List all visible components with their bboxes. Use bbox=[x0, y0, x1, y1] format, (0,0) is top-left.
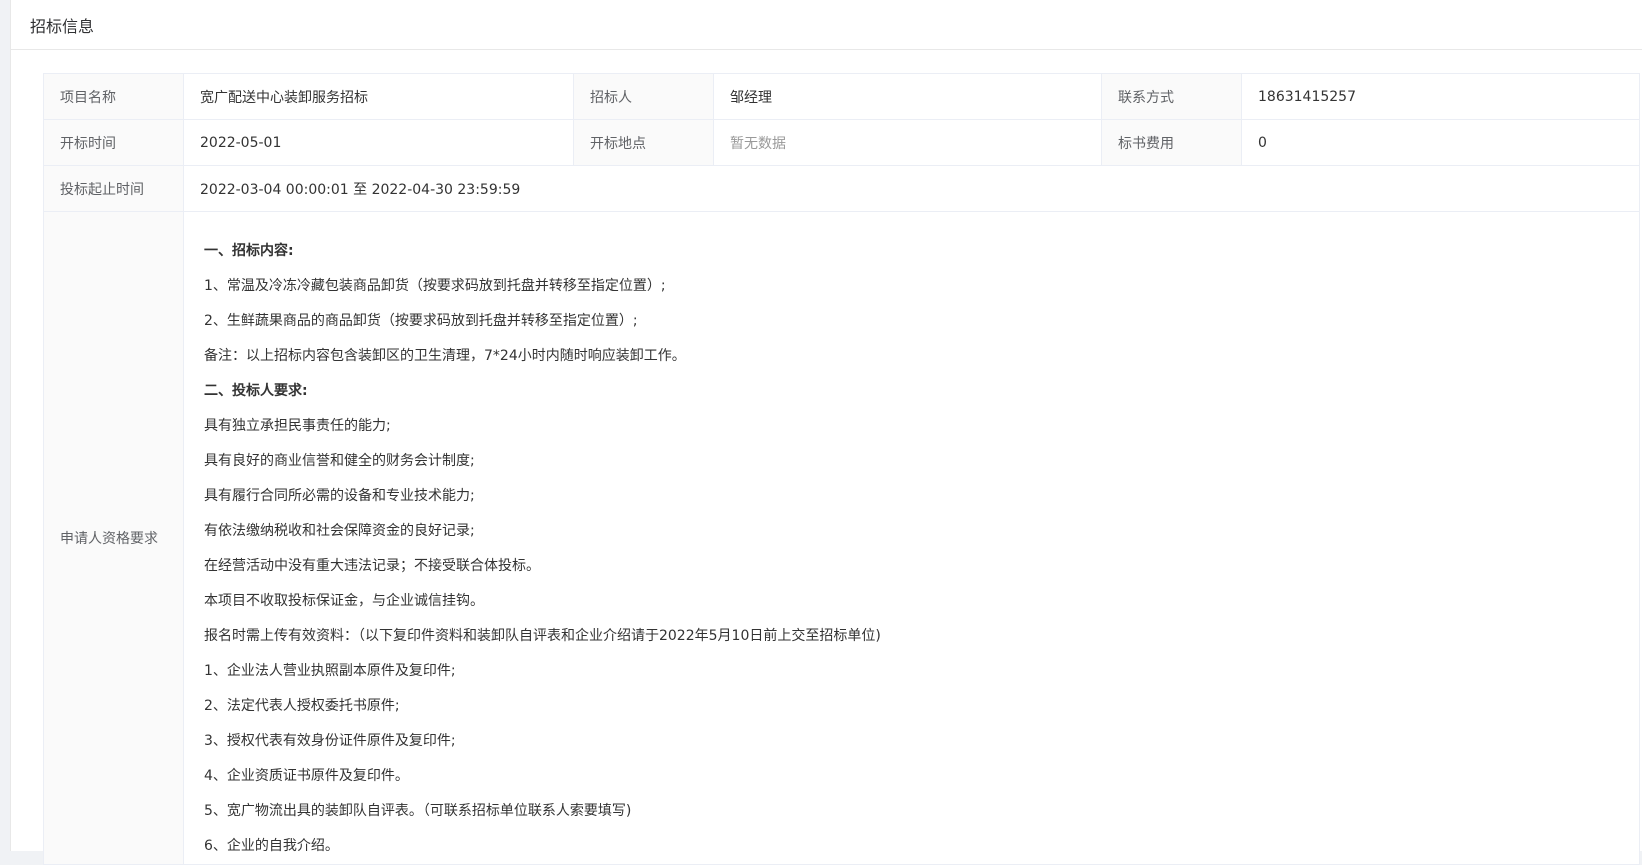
tenderer-value: 邹经理 bbox=[713, 73, 1102, 120]
tender-info-table: 项目名称 宽广配送中心装卸服务招标 招标人 邹经理 联系方式 186314152… bbox=[43, 73, 1640, 865]
card-header: 招标信息 bbox=[11, 0, 1642, 50]
table-row: 项目名称 宽广配送中心装卸服务招标 招标人 邹经理 联系方式 186314152… bbox=[43, 73, 1640, 120]
requirement-line: 具有独立承担民事责任的能力; bbox=[204, 418, 391, 434]
open-time-label: 开标时间 bbox=[43, 119, 184, 166]
open-time-value: 2022-05-01 bbox=[183, 119, 574, 166]
requirement-line: 具有履行合同所必需的设备和专业技术能力; bbox=[204, 488, 475, 504]
doc-fee-label: 标书费用 bbox=[1101, 119, 1242, 166]
project-name-value: 宽广配送中心装卸服务招标 bbox=[183, 73, 574, 120]
contact-label: 联系方式 bbox=[1101, 73, 1242, 120]
bid-period-value: 2022-03-04 00:00:01 至 2022-04-30 23:59:5… bbox=[183, 165, 1640, 212]
requirement-line: 1、常温及冷冻冷藏包装商品卸货（按要求码放到托盘并转移至指定位置）; bbox=[204, 278, 666, 294]
table-row: 申请人资格要求 一、招标内容: 1、常温及冷冻冷藏包装商品卸货（按要求码放到托盘并… bbox=[43, 211, 1640, 865]
requirements-content: 一、招标内容: 1、常温及冷冻冷藏包装商品卸货（按要求码放到托盘并转移至指定位置）… bbox=[183, 211, 1640, 865]
table-row: 开标时间 2022-05-01 开标地点 暂无数据 标书费用 0 bbox=[43, 119, 1640, 166]
requirement-line: 5、宽广物流出具的装卸队自评表。（可联系招标单位联系人索要填写) bbox=[204, 803, 632, 819]
table-row: 投标起止时间 2022-03-04 00:00:01 至 2022-04-30 … bbox=[43, 165, 1640, 212]
requirement-heading: 二、投标人要求: bbox=[204, 383, 308, 399]
doc-fee-value: 0 bbox=[1241, 119, 1640, 166]
requirement-line: 报名时需上传有效资料：（以下复印件资料和装卸队自评表和企业介绍请于2022年5月… bbox=[204, 628, 881, 644]
requirement-line: 4、企业资质证书原件及复印件。 bbox=[204, 768, 409, 784]
card-title: 招标信息 bbox=[30, 16, 95, 36]
requirement-line: 备注：以上招标内容包含装卸区的卫生清理，7*24小时内随时响应装卸工作。 bbox=[204, 348, 686, 364]
tender-info-card: 招标信息 项目名称 宽广配送中心装卸服务招标 招标人 邹经理 联系方式 1863… bbox=[10, 0, 1642, 865]
open-place-value: 暂无数据 bbox=[713, 119, 1102, 166]
requirement-line: 2、生鲜蔬果商品的商品卸货（按要求码放到托盘并转移至指定位置）; bbox=[204, 313, 638, 329]
requirement-line: 有依法缴纳税收和社会保障资金的良好记录; bbox=[204, 523, 475, 539]
requirement-line: 2、法定代表人授权委托书原件; bbox=[204, 698, 400, 714]
requirement-line: 具有良好的商业信誉和健全的财务会计制度; bbox=[204, 453, 475, 469]
project-name-label: 项目名称 bbox=[43, 73, 184, 120]
requirement-line: 3、授权代表有效身份证件原件及复印件; bbox=[204, 733, 456, 749]
requirement-line: 本项目不收取投标保证金，与企业诚信挂钩。 bbox=[204, 593, 484, 609]
requirements-label: 申请人资格要求 bbox=[43, 211, 184, 865]
bid-period-label: 投标起止时间 bbox=[43, 165, 184, 212]
requirement-line: 在经营活动中没有重大违法记录；不接受联合体投标。 bbox=[204, 558, 540, 574]
requirement-line: 1、企业法人营业执照副本原件及复印件; bbox=[204, 663, 456, 679]
contact-value: 18631415257 bbox=[1241, 73, 1640, 120]
requirement-heading: 一、招标内容: bbox=[204, 243, 294, 259]
tenderer-label: 招标人 bbox=[573, 73, 714, 120]
requirements-list: 一、招标内容: 1、常温及冷冻冷藏包装商品卸货（按要求码放到托盘并转移至指定位置）… bbox=[204, 234, 1619, 864]
open-place-label: 开标地点 bbox=[573, 119, 714, 166]
requirement-line: 6、企业的自我介绍。 bbox=[204, 838, 339, 854]
